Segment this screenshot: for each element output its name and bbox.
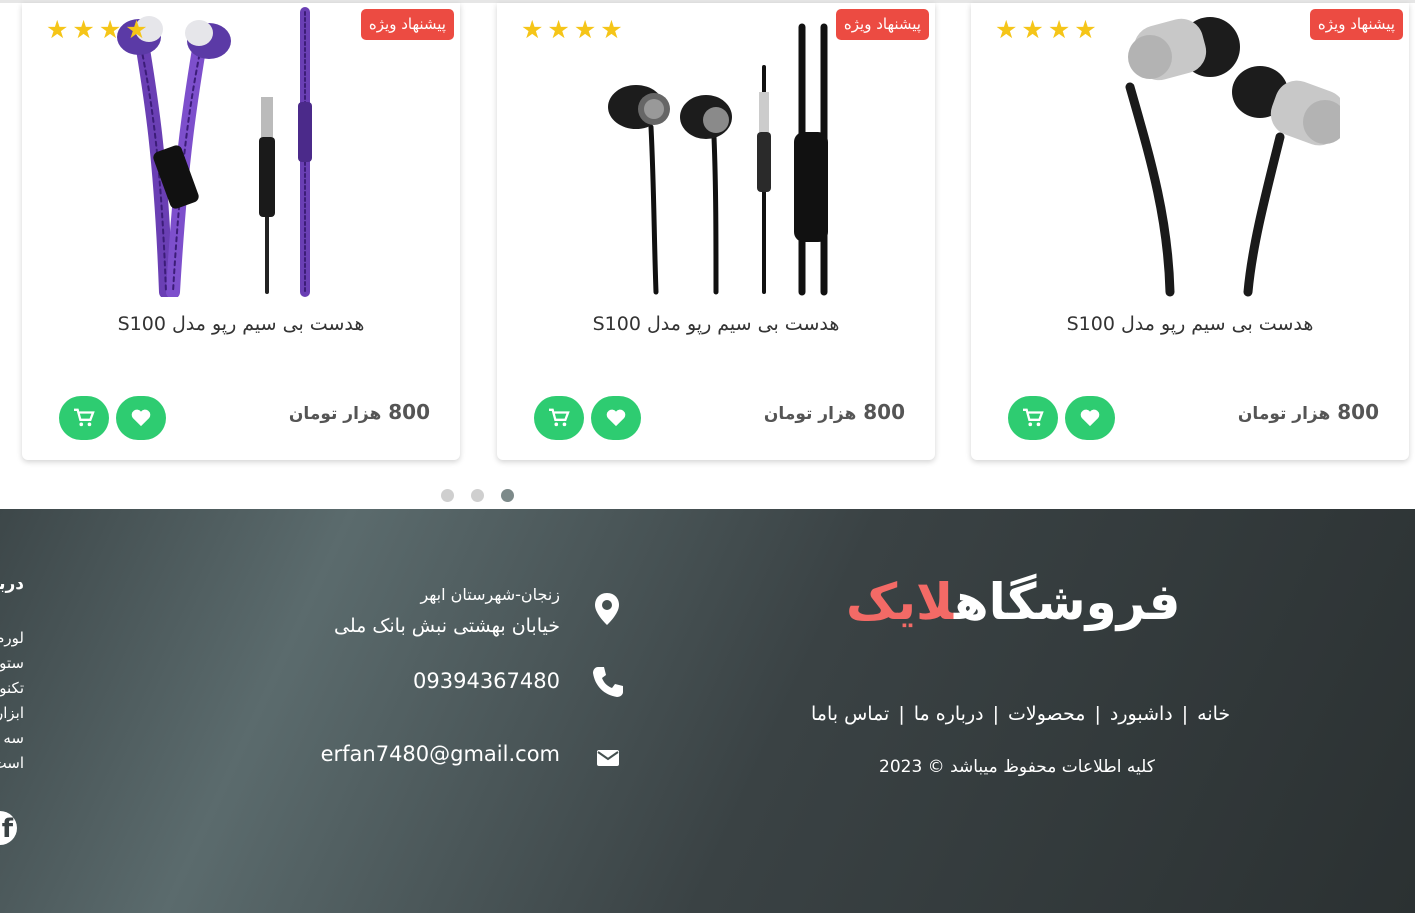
star-icon: ★: [573, 15, 597, 44]
nav-link-home[interactable]: خانه: [1188, 703, 1239, 725]
product-price: 800 هزار تومان: [1238, 400, 1379, 424]
price-unit: هزار تومان: [288, 404, 382, 424]
special-offer-badge: پیشنهاد ویژه: [1309, 9, 1403, 40]
site-footer: فروشگاهلایک خانه | داشبورد | محصولات | د…: [0, 509, 1415, 913]
about-line: تکنو: [0, 679, 24, 697]
brand-accent: لایک: [846, 573, 954, 631]
facebook-icon[interactable]: f: [0, 811, 17, 845]
product-image[interactable]: [91, 7, 391, 297]
add-to-cart-button[interactable]: [1008, 396, 1058, 440]
product-price: 800 هزار تومان: [764, 400, 905, 424]
product-title[interactable]: هدست بی سیم رپو مدل S100: [497, 313, 935, 335]
price-value: 800: [863, 400, 905, 424]
about-title: دربا: [0, 574, 24, 594]
favorite-button[interactable]: [116, 396, 166, 440]
phone-number[interactable]: 09394367480: [360, 669, 560, 693]
footer-brand[interactable]: فروشگاهلایک: [846, 573, 1181, 631]
star-icon: ★: [600, 15, 623, 44]
brand-main: فروشگاه: [953, 573, 1181, 631]
nav-separator: |: [1181, 703, 1189, 725]
heart-icon: [131, 409, 151, 427]
favorite-button[interactable]: [1065, 396, 1115, 440]
add-to-cart-button[interactable]: [534, 396, 584, 440]
heart-icon: [606, 409, 626, 427]
rating-stars: ★ ★ ★ ★: [46, 17, 148, 42]
star-icon: ★: [125, 15, 148, 44]
carousel-dot[interactable]: [441, 489, 454, 502]
rating-stars: ★ ★ ★ ★: [521, 17, 623, 42]
nav-link-contact[interactable]: تماس باما: [802, 703, 898, 725]
product-card[interactable]: ★ ★ ★ ★ پیشنهاد ویژه هدست بی سیم رپو مدل…: [971, 3, 1409, 460]
star-icon: ★: [98, 15, 122, 44]
cart-icon: [1023, 408, 1044, 427]
cart-icon: [74, 408, 95, 427]
nav-link-about[interactable]: درباره ما: [905, 703, 993, 725]
product-image[interactable]: [1040, 7, 1340, 297]
product-card[interactable]: ★ ★ ★ ★ پیشنهاد ویژه هدست بی سیم رپو مدل…: [22, 3, 460, 460]
star-icon: ★: [1047, 15, 1071, 44]
price-unit: هزار تومان: [1237, 404, 1331, 424]
price-unit: هزار تومان: [763, 404, 857, 424]
about-text: لورم ستو تکنو ابزار سه است: [0, 626, 24, 776]
copyright-text: کلیه اطلاعات محفوظ میباشد © 2023: [879, 757, 1155, 777]
address-line-2: خیابان بهشتی نبش بانک ملی: [334, 615, 560, 637]
special-offer-badge: پیشنهاد ویژه: [360, 9, 454, 40]
star-icon: ★: [995, 15, 1018, 44]
nav-separator: |: [992, 703, 1000, 725]
add-to-cart-button[interactable]: [59, 396, 109, 440]
special-offer-badge: پیشنهاد ویژه: [835, 9, 929, 40]
star-icon: ★: [1021, 15, 1044, 44]
rating-stars: ★ ★ ★ ★: [995, 17, 1097, 42]
about-line: ابزار: [0, 704, 24, 722]
about-line: سه: [3, 729, 24, 747]
star-icon: ★: [72, 15, 95, 44]
star-icon: ★: [547, 15, 570, 44]
nav-separator: |: [898, 703, 905, 725]
product-price: 800 هزار تومان: [289, 400, 430, 424]
star-icon: ★: [521, 15, 544, 44]
nav-separator: |: [1094, 703, 1101, 725]
cart-icon: [549, 408, 570, 427]
nav-link-products[interactable]: محصولات: [999, 703, 1094, 725]
envelope-icon: [597, 750, 619, 766]
product-card[interactable]: ★ ★ ★ ★ پیشنهاد ویژه هدست بی سیم رپو مدل…: [497, 3, 935, 460]
about-line: است: [0, 754, 24, 772]
footer-nav: خانه | داشبورد | محصولات | درباره ما | ت…: [802, 703, 1239, 725]
nav-link-dashboard[interactable]: داشبورد: [1101, 703, 1182, 725]
address-line-1: زنجان-شهرستان ابهر: [420, 585, 560, 604]
carousel-dot-active[interactable]: [501, 489, 514, 502]
star-icon: ★: [1074, 15, 1097, 44]
about-line: لورم: [0, 629, 24, 647]
about-line: ستو: [0, 654, 24, 672]
product-title[interactable]: هدست بی سیم رپو مدل S100: [971, 313, 1409, 335]
product-title[interactable]: هدست بی سیم رپو مدل S100: [22, 313, 460, 335]
price-value: 800: [388, 400, 430, 424]
price-value: 800: [1337, 400, 1379, 424]
product-image[interactable]: [566, 7, 866, 297]
email-address[interactable]: erfan7480@gmail.com: [300, 742, 560, 766]
location-pin-icon: [595, 593, 619, 625]
carousel-dot[interactable]: [471, 489, 484, 502]
favorite-button[interactable]: [591, 396, 641, 440]
heart-icon: [1080, 409, 1100, 427]
phone-icon: [593, 667, 623, 697]
carousel-pagination: [441, 489, 514, 502]
star-icon: ★: [46, 15, 69, 44]
